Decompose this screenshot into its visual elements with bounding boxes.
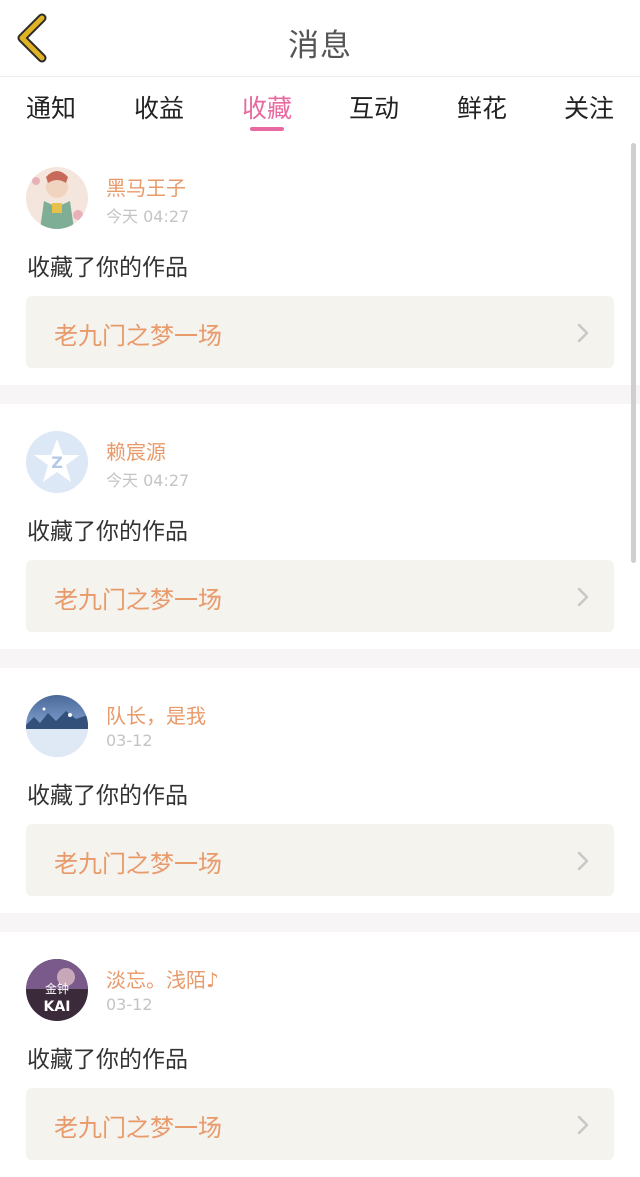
- app: 消息 通知 收益 收藏 互动 鲜花 关注 黑马王子 今天 04:27 收藏了你的…: [0, 0, 640, 1177]
- avatar-image-icon: [26, 167, 88, 229]
- work-title: 老九门之梦一场: [54, 1114, 222, 1142]
- action-text: 收藏了你的作品: [27, 519, 188, 545]
- work-title: 老九门之梦一场: [54, 850, 222, 878]
- timestamp: 03-12: [106, 731, 153, 750]
- timestamp: 今天 04:27: [106, 471, 190, 490]
- username[interactable]: 赖宸源: [106, 436, 166, 465]
- avatar[interactable]: 金钟 KAI: [26, 959, 88, 1021]
- list-item: Z 赖宸源 今天 04:27 收藏了你的作品 老九门之梦一场: [0, 404, 640, 649]
- chevron-right-icon: [577, 1115, 589, 1135]
- work-title: 老九门之梦一场: [54, 586, 222, 614]
- work-link[interactable]: 老九门之梦一场: [26, 1088, 614, 1160]
- divider: [0, 385, 640, 404]
- tab-flowers[interactable]: 鲜花: [437, 89, 527, 125]
- tab-favorites[interactable]: 收藏: [222, 89, 312, 125]
- chevron-right-icon: [577, 851, 589, 871]
- chevron-right-icon: [577, 587, 589, 607]
- chevron-right-icon: [577, 323, 589, 343]
- tab-notice[interactable]: 通知: [6, 89, 96, 125]
- scrollbar[interactable]: [631, 143, 636, 563]
- work-link[interactable]: 老九门之梦一场: [26, 824, 614, 896]
- timestamp: 03-12: [106, 995, 153, 1014]
- timestamp: 今天 04:27: [106, 207, 190, 226]
- divider: [0, 913, 640, 932]
- svg-text:Z: Z: [51, 453, 63, 472]
- divider: [0, 649, 640, 668]
- top-bar: 消息: [0, 0, 640, 77]
- avatar[interactable]: [26, 167, 88, 229]
- active-tab-indicator: [250, 127, 284, 131]
- list-item: 金钟 KAI 淡忘。浅陌♪ 03-12 收藏了你的作品 老九门之梦一场: [0, 932, 640, 1177]
- page-title: 消息: [288, 28, 352, 64]
- work-link[interactable]: 老九门之梦一场: [26, 560, 614, 632]
- avatar-text-line1: 金钟: [45, 981, 69, 996]
- tab-earnings[interactable]: 收益: [114, 89, 204, 125]
- avatar-image-icon: [26, 695, 88, 757]
- avatar[interactable]: Z: [26, 431, 88, 493]
- list-item: 队长，是我 03-12 收藏了你的作品 老九门之梦一场: [0, 668, 640, 913]
- username[interactable]: 淡忘。浅陌♪: [106, 964, 219, 993]
- work-title: 老九门之梦一场: [54, 322, 222, 350]
- avatar-image-icon: 金钟 KAI: [26, 959, 88, 1021]
- favorites-list: 黑马王子 今天 04:27 收藏了你的作品 老九门之梦一场 Z 赖宸源 今天 0: [0, 140, 640, 1177]
- action-text: 收藏了你的作品: [27, 255, 188, 281]
- tab-interaction[interactable]: 互动: [329, 89, 419, 125]
- avatar-text-line2: KAI: [44, 999, 71, 1015]
- action-text: 收藏了你的作品: [27, 783, 188, 809]
- avatar[interactable]: [26, 695, 88, 757]
- qq-default-avatar-icon: Z: [26, 431, 88, 493]
- work-link[interactable]: 老九门之梦一场: [26, 296, 614, 368]
- list-item: 黑马王子 今天 04:27 收藏了你的作品 老九门之梦一场: [0, 140, 640, 385]
- tab-following[interactable]: 关注: [544, 89, 634, 125]
- username[interactable]: 队长，是我: [106, 700, 206, 729]
- action-text: 收藏了你的作品: [27, 1047, 188, 1073]
- tab-bar: 通知 收益 收藏 互动 鲜花 关注: [0, 77, 640, 139]
- username[interactable]: 黑马王子: [106, 172, 186, 201]
